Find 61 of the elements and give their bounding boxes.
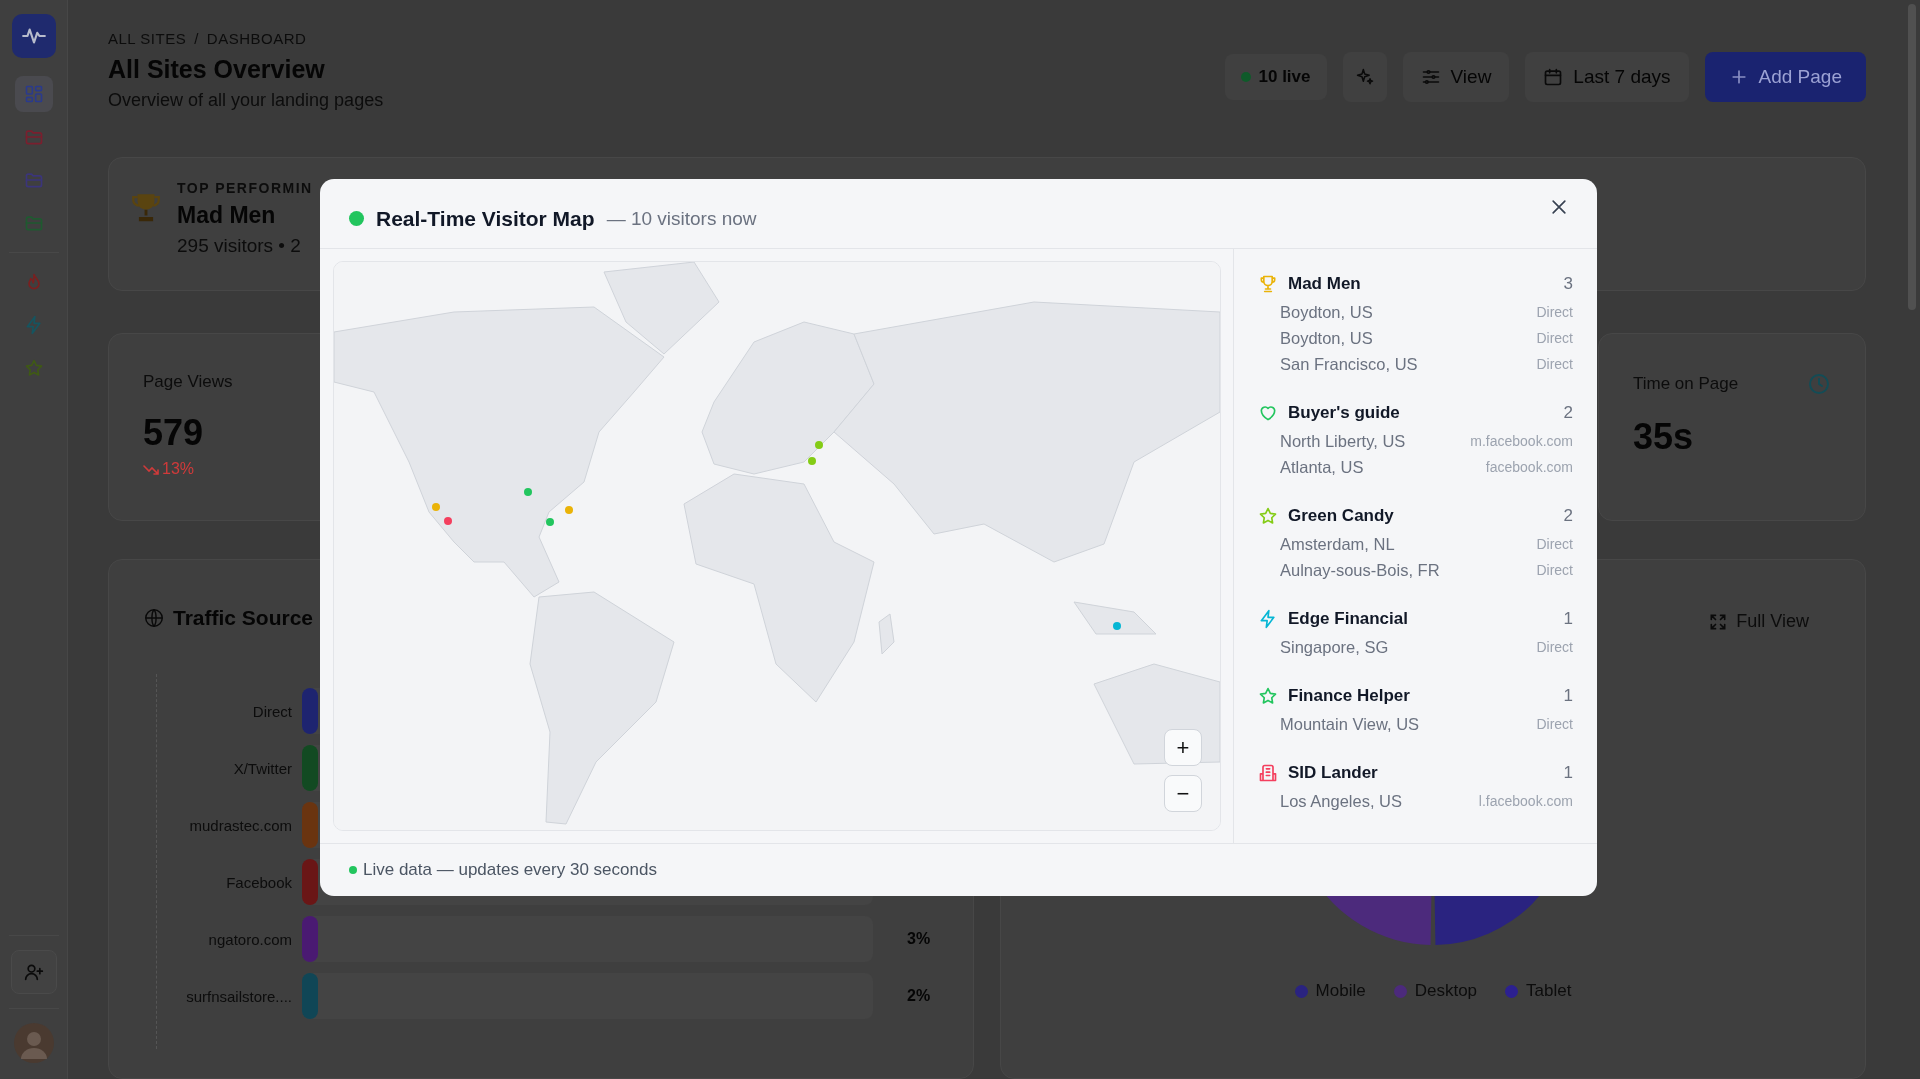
stat-value: 579 (143, 412, 205, 454)
page-name: Mad Men (177, 202, 277, 229)
traffic-source: Direct (1536, 536, 1573, 552)
page-name: Green Candy (1288, 506, 1394, 526)
traffic-source: Direct (1536, 330, 1573, 346)
logo-icon (11, 14, 56, 58)
live-badge: 10 live (1224, 54, 1327, 100)
traffic-source: l.facebook.com (1478, 793, 1573, 809)
visitor-location: Boydton, US (1280, 302, 1373, 322)
view-button[interactable]: View (1402, 52, 1510, 102)
visitor-location: Amsterdam, NL (1280, 534, 1395, 554)
visitor-count: 2 (1563, 506, 1573, 526)
visitor-count: — 10 visitors now (606, 207, 757, 230)
visitor-location: San Francisco, US (1280, 354, 1418, 374)
visitor-count: 2 (1563, 403, 1573, 423)
visitor-location: Aulnay-sous-Bois, FR (1280, 560, 1440, 580)
visitor-location: Los Angeles, US (1280, 791, 1402, 811)
traffic-source: m.facebook.com (1470, 433, 1573, 449)
avatar[interactable] (13, 1023, 54, 1063)
live-status: Live data — updates every 30 seconds (363, 860, 657, 880)
page-name: Mad Men (1288, 274, 1361, 294)
stat-change: 13% (162, 460, 195, 478)
visitor-count: 1 (1563, 686, 1573, 706)
calendar-icon (1543, 67, 1564, 87)
visitor-location: Atlanta, US (1280, 457, 1364, 477)
visitor-count: 1 (1563, 609, 1573, 629)
visitor-count: 3 (1563, 274, 1573, 294)
traffic-source: facebook.com (1485, 459, 1573, 475)
zoom-out-button[interactable]: − (1164, 775, 1202, 812)
traffic-source: Direct (1536, 562, 1573, 578)
live-dot-icon (349, 866, 357, 874)
add-page-button[interactable]: Add Page (1704, 52, 1866, 102)
clock-icon (1807, 372, 1831, 396)
date-range-button[interactable]: Last 7 days (1525, 52, 1689, 102)
breadcrumb-separator: / (194, 30, 199, 47)
page-name: SID Lander (1288, 763, 1378, 783)
source-percent: 2% (907, 987, 931, 1005)
source-percent: 3% (907, 930, 931, 948)
traffic-source: Direct (1536, 304, 1573, 320)
visitor-location: Mountain View, US (1280, 714, 1420, 734)
traffic-source: Direct (1536, 716, 1573, 732)
visitor-location: North Liberty, US (1280, 431, 1406, 451)
sliders-icon (1420, 67, 1441, 87)
grid-icon[interactable] (14, 76, 53, 112)
stat-value: 35s (1633, 416, 1695, 458)
expand-icon (1708, 611, 1729, 632)
card-title: Traffic Source (173, 606, 314, 630)
sparkle-icon[interactable] (1342, 52, 1387, 102)
live-dot-icon (349, 211, 364, 226)
page-name: Buyer's guide (1288, 403, 1400, 423)
visitor-location: Singapore, SG (1280, 637, 1389, 657)
traffic-source: Direct (1536, 356, 1573, 372)
traffic-source: Direct (1536, 639, 1573, 655)
add-user-icon[interactable] (10, 950, 57, 994)
visitor-location: Boydton, US (1280, 328, 1373, 348)
globe-icon (143, 607, 165, 629)
page-name: Finance Helper (1288, 686, 1410, 706)
dialog-title: Real-Time Visitor Map (376, 206, 595, 231)
zoom-in-button[interactable]: + (1164, 729, 1202, 766)
visitor-count: 1 (1563, 763, 1573, 783)
page-name: Edge Financial (1288, 609, 1408, 629)
